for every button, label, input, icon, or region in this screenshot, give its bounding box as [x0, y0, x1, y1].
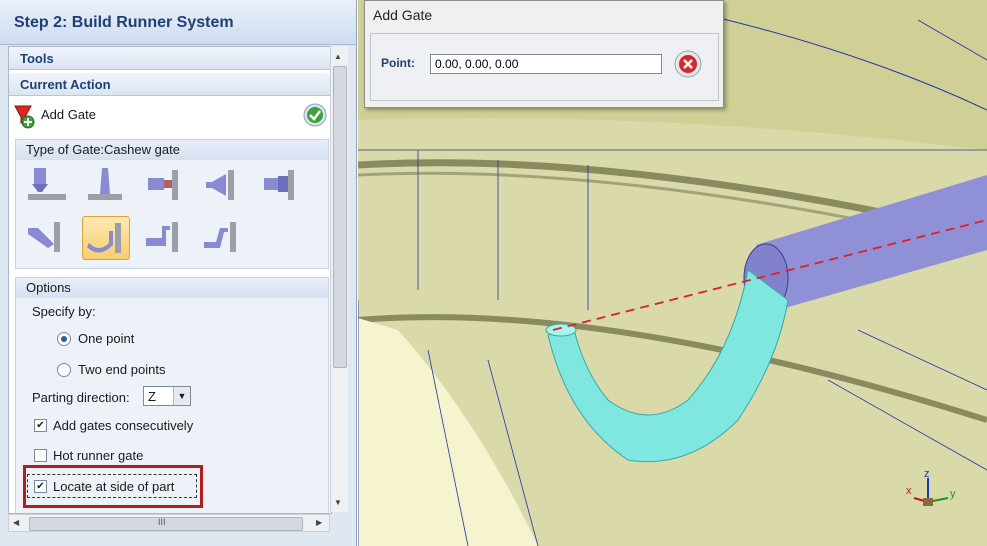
horizontal-scrollbar[interactable]: ◀ III ▶	[8, 514, 330, 532]
gate-type-edge-icon[interactable]	[140, 164, 186, 206]
gate-type-group: Type of Gate:Cashew gate	[15, 139, 329, 269]
options-header: Options	[16, 278, 328, 298]
checkbox-add-gates-consecutively[interactable]: ✔	[34, 419, 47, 432]
gate-type-cashew-icon[interactable]	[82, 216, 130, 260]
add-gate-dialog: Add Gate Point:	[364, 0, 724, 108]
scroll-grip: III	[158, 517, 166, 527]
vertical-scrollbar[interactable]: ▲ ▼	[330, 46, 348, 512]
current-action-header[interactable]: Current Action	[9, 73, 331, 96]
dialog-body: Point:	[370, 33, 719, 101]
highlight-box	[23, 465, 203, 508]
vertical-scroll-thumb[interactable]	[333, 66, 347, 368]
add-gates-consecutively-label[interactable]: Add gates consecutively	[53, 418, 193, 433]
tools-section-header[interactable]: Tools	[9, 47, 331, 70]
panel-title: Step 2: Build Runner System	[14, 14, 234, 31]
close-icon	[674, 50, 702, 78]
chevron-down-icon[interactable]: ▼	[173, 387, 190, 405]
hot-runner-gate-label[interactable]: Hot runner gate	[53, 448, 143, 463]
radio-one-point[interactable]	[57, 332, 71, 346]
gate-type-hook-icon[interactable]	[140, 216, 186, 258]
gate-type-direct-icon[interactable]	[24, 164, 70, 206]
radio-one-point-label[interactable]: One point	[78, 331, 134, 346]
gate-type-tab-icon[interactable]	[256, 164, 302, 206]
cancel-button[interactable]	[674, 50, 702, 78]
gate-type-submarine-icon[interactable]	[24, 216, 70, 258]
gate-type-pin-icon[interactable]	[82, 164, 128, 206]
axis-z-label: z	[924, 468, 930, 480]
point-label: Point:	[381, 56, 415, 70]
checkbox-hot-runner-gate[interactable]	[34, 449, 47, 462]
panel-header: Step 2: Build Runner System	[0, 0, 356, 45]
gate-type-banana-icon[interactable]	[198, 216, 244, 258]
gate-type-fan-icon[interactable]	[198, 164, 244, 206]
axis-triad-icon: z y x	[906, 468, 966, 518]
point-input[interactable]	[430, 54, 662, 74]
options-label: Options	[26, 280, 71, 295]
horizontal-scroll-thumb[interactable]: III	[29, 517, 303, 531]
tools-label: Tools	[20, 51, 54, 66]
radio-two-end-points-label[interactable]: Two end points	[78, 362, 165, 377]
current-action-label: Current Action	[20, 77, 111, 92]
parting-direction-label: Parting direction:	[32, 390, 130, 405]
scroll-right-icon[interactable]: ▶	[316, 518, 322, 527]
build-runner-panel: Step 2: Build Runner System Tools Curren…	[0, 0, 357, 546]
confirm-checkmark-icon[interactable]	[303, 103, 327, 127]
radio-two-end-points[interactable]	[57, 363, 71, 377]
axis-x-label: x	[906, 485, 912, 497]
panel-content: Tools Current Action Add Gate Type of Ga…	[8, 46, 332, 514]
scroll-left-icon[interactable]: ◀	[13, 518, 19, 527]
action-name: Add Gate	[41, 107, 96, 122]
scroll-down-icon[interactable]: ▼	[334, 498, 342, 507]
parting-direction-select[interactable]: Z ▼	[143, 386, 191, 406]
add-gate-icon	[13, 103, 35, 129]
scroll-up-icon[interactable]: ▲	[334, 52, 342, 61]
parting-direction-value: Z	[148, 389, 156, 404]
gate-type-header: Type of Gate:Cashew gate	[16, 140, 328, 160]
dialog-title: Add Gate	[373, 7, 433, 23]
axis-y-label: y	[950, 488, 956, 500]
gate-type-label: Type of Gate:Cashew gate	[26, 142, 180, 157]
specify-by-label: Specify by:	[32, 304, 96, 319]
